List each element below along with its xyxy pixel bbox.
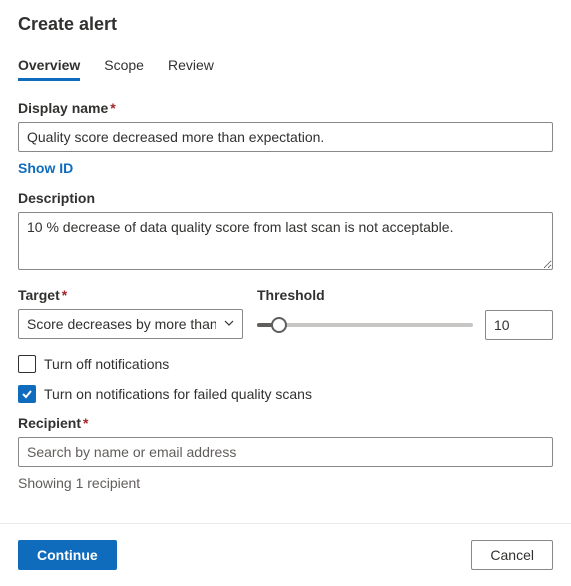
- tabs: Overview Scope Review: [18, 53, 553, 82]
- recipient-search-input[interactable]: [18, 437, 553, 467]
- turn-off-notifications-checkbox[interactable]: [18, 355, 36, 373]
- recipient-count: Showing 1 recipient: [18, 475, 553, 491]
- recipient-label: Recipient*: [18, 415, 553, 431]
- description-textarea[interactable]: 10 % decrease of data quality score from…: [18, 212, 553, 270]
- display-name-label: Display name*: [18, 100, 553, 116]
- target-select[interactable]: Score decreases by more than: [18, 309, 243, 339]
- continue-button[interactable]: Continue: [18, 540, 117, 570]
- threshold-slider[interactable]: [257, 309, 473, 341]
- cancel-button[interactable]: Cancel: [471, 540, 553, 570]
- threshold-input[interactable]: [485, 310, 553, 340]
- description-label: Description: [18, 190, 553, 206]
- slider-thumb[interactable]: [271, 317, 287, 333]
- page-title: Create alert: [18, 14, 553, 35]
- display-name-input[interactable]: [18, 122, 553, 152]
- tab-scope[interactable]: Scope: [104, 53, 144, 81]
- target-label: Target*: [18, 287, 243, 303]
- footer: Continue Cancel: [0, 523, 571, 586]
- tab-review[interactable]: Review: [168, 53, 214, 81]
- threshold-label: Threshold: [257, 287, 553, 303]
- show-id-link[interactable]: Show ID: [18, 160, 73, 176]
- turn-off-notifications-label: Turn off notifications: [44, 356, 169, 372]
- tab-overview[interactable]: Overview: [18, 53, 80, 81]
- turn-on-failed-checkbox[interactable]: [18, 385, 36, 403]
- turn-on-failed-label: Turn on notifications for failed quality…: [44, 386, 312, 402]
